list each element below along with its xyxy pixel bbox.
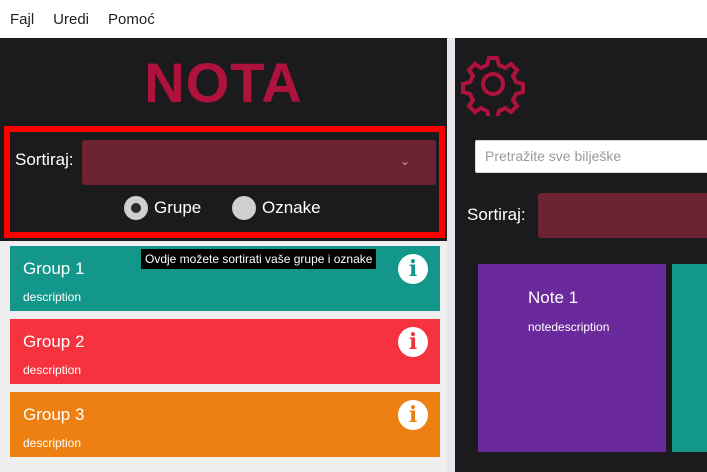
- menu-help[interactable]: Pomoć: [108, 11, 155, 28]
- gear-icon[interactable]: [461, 52, 525, 116]
- menu-edit[interactable]: Uredi: [53, 11, 89, 28]
- group-list: Group 1 description i Group 2 descriptio…: [0, 241, 447, 472]
- note-card[interactable]: [672, 264, 707, 452]
- group-description: description: [23, 290, 82, 304]
- group-description: description: [23, 363, 82, 377]
- group-name: Group 3: [23, 405, 85, 424]
- note-card[interactable]: Note 1 notedescription: [478, 264, 666, 452]
- app-logo: NOTA: [144, 51, 303, 114]
- info-icon[interactable]: i: [398, 254, 428, 284]
- notes-sort-dropdown[interactable]: [538, 193, 707, 238]
- right-panel: Pretražite sve bilješke Sortiraj: Note 1…: [455, 38, 707, 472]
- radio-groups[interactable]: Grupe: [124, 196, 201, 220]
- notes-grid: Note 1 notedescription: [475, 260, 707, 472]
- sort-dropdown[interactable]: ⌄: [82, 140, 436, 185]
- radio-groups-label: Grupe: [154, 198, 202, 217]
- menu-file[interactable]: Fajl: [10, 11, 34, 28]
- notes-sort-label: Sortiraj:: [467, 205, 526, 224]
- radio-tags-label: Oznake: [262, 198, 321, 217]
- group-name: Group 1: [23, 259, 85, 278]
- radio-button-selected[interactable]: [124, 196, 148, 220]
- info-icon[interactable]: i: [398, 327, 428, 357]
- group-name: Group 2: [23, 332, 85, 351]
- search-input[interactable]: Pretražite sve bilješke: [475, 140, 707, 173]
- sort-label: Sortiraj:: [15, 150, 74, 169]
- group-item[interactable]: Group 2 description i: [10, 319, 440, 384]
- radio-tags[interactable]: Oznake: [232, 196, 321, 220]
- group-item[interactable]: Group 3 description i: [10, 392, 440, 457]
- note-description: notedescription: [528, 320, 610, 334]
- panel-splitter[interactable]: [447, 38, 455, 472]
- sort-tooltip: Ovdje možete sortirati vaše grupe i ozna…: [141, 249, 377, 269]
- note-title: Note 1: [528, 288, 579, 307]
- chevron-down-icon: ⌄: [399, 154, 410, 168]
- group-description: description: [23, 436, 82, 450]
- sort-section-highlight: Sortiraj: ⌄ Grupe Oznake: [4, 126, 445, 238]
- info-icon[interactable]: i: [398, 400, 428, 430]
- menu-bar: Fajl Uredi Pomoć: [0, 0, 707, 38]
- radio-button[interactable]: [232, 196, 256, 220]
